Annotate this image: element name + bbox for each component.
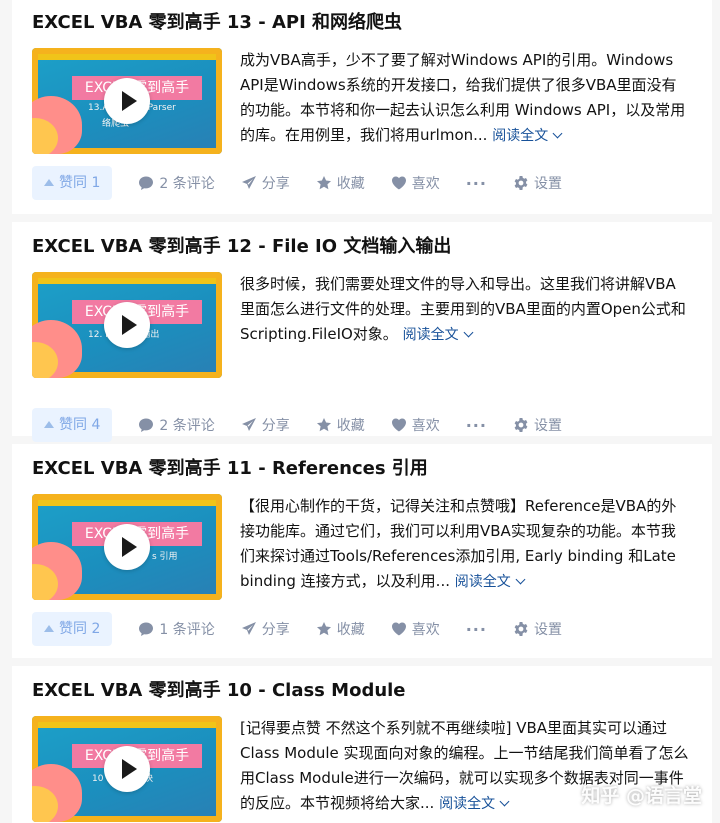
read-more-link[interactable]: 阅读全文 — [492, 128, 563, 144]
chevron-down-icon — [463, 327, 474, 338]
upvote-button[interactable]: 赞同 2 — [32, 612, 113, 646]
upvote-button[interactable]: 赞同 4 — [32, 408, 113, 442]
settings-button[interactable]: 设置 — [513, 619, 562, 639]
article-title[interactable]: EXCEL VBA 零到高手 11 - References 引用 — [32, 456, 692, 482]
article-title[interactable]: EXCEL VBA 零到高手 13 - API 和网络爬虫 — [32, 10, 692, 36]
read-more-link[interactable]: 阅读全文 — [455, 574, 526, 590]
video-thumbnail[interactable]: EXCEL 零到高手 10 ... e 类模块 — [32, 716, 222, 822]
heart-icon — [391, 175, 407, 191]
video-thumbnail[interactable]: EXCEL 零到高手 13.A... HTML Parser 络爬虫 — [32, 48, 222, 154]
upvote-icon — [44, 179, 54, 186]
video-thumbnail[interactable]: EXCEL 零到高手 12. F... 输入/输出 — [32, 272, 222, 378]
more-icon[interactable]: ··· — [466, 620, 487, 639]
like-button[interactable]: 喜欢 — [391, 619, 440, 639]
article-title[interactable]: EXCEL VBA 零到高手 10 - Class Module — [32, 678, 692, 704]
comment-icon — [138, 417, 154, 433]
upvote-icon — [44, 625, 54, 632]
share-icon — [241, 175, 257, 191]
play-icon[interactable] — [104, 746, 150, 792]
heart-icon — [391, 621, 407, 637]
share-icon — [241, 417, 257, 433]
video-thumbnail[interactable]: EXCEL 零到高手 s 引用 — [32, 494, 222, 600]
action-bar: 赞同 4 2 条评论 分享 收藏 喜欢 ··· 设置 — [32, 408, 692, 442]
read-more-link[interactable]: 阅读全文 — [403, 327, 474, 343]
watermark: 知乎 @语言堂 — [581, 785, 702, 807]
share-icon — [241, 621, 257, 637]
chevron-down-icon — [499, 796, 510, 807]
favorite-button[interactable]: 收藏 — [316, 415, 365, 435]
article-title[interactable]: EXCEL VBA 零到高手 12 - File IO 文档输入输出 — [32, 234, 692, 260]
comment-button[interactable]: 1 条评论 — [138, 619, 215, 639]
play-icon[interactable] — [104, 524, 150, 570]
chevron-down-icon — [552, 128, 563, 139]
share-button[interactable]: 分享 — [241, 619, 290, 639]
settings-button[interactable]: 设置 — [513, 173, 562, 193]
share-button[interactable]: 分享 — [241, 173, 290, 193]
gear-icon — [513, 621, 529, 637]
action-bar: 赞同 2 1 条评论 分享 收藏 喜欢 ··· 设置 — [32, 612, 692, 646]
play-icon[interactable] — [104, 78, 150, 124]
article-card: EXCEL VBA 零到高手 13 - API 和网络爬虫 EXCEL 零到高手… — [12, 0, 712, 214]
favorite-button[interactable]: 收藏 — [316, 619, 365, 639]
article-excerpt: 很多时候，我们需要处理文件的导入和导出。这里我们将讲解VBA 里面怎么进行文件的… — [240, 275, 686, 343]
comment-icon — [138, 175, 154, 191]
article-feed: EXCEL VBA 零到高手 13 - API 和网络爬虫 EXCEL 零到高手… — [12, 0, 712, 823]
action-bar: 赞同 1 2 条评论 分享 收藏 喜欢 ··· 设置 — [32, 166, 692, 200]
play-icon[interactable] — [104, 302, 150, 348]
more-icon[interactable]: ··· — [466, 416, 487, 435]
like-button[interactable]: 喜欢 — [391, 173, 440, 193]
gear-icon — [513, 175, 529, 191]
chevron-down-icon — [515, 574, 526, 585]
favorite-button[interactable]: 收藏 — [316, 173, 365, 193]
upvote-button[interactable]: 赞同 1 — [32, 166, 113, 200]
article-excerpt: 成为VBA高手，少不了要了解对Windows API的引用。Windows AP… — [240, 51, 686, 144]
like-button[interactable]: 喜欢 — [391, 415, 440, 435]
read-more-link[interactable]: 阅读全文 — [439, 796, 510, 812]
gear-icon — [513, 417, 529, 433]
star-icon — [316, 175, 332, 191]
heart-icon — [391, 417, 407, 433]
article-card: EXCEL VBA 零到高手 11 - References 引用 EXCEL … — [12, 444, 712, 658]
article-card: EXCEL VBA 零到高手 12 - File IO 文档输入输出 EXCEL… — [12, 222, 712, 442]
star-icon — [316, 417, 332, 433]
star-icon — [316, 621, 332, 637]
share-button[interactable]: 分享 — [241, 415, 290, 435]
upvote-icon — [44, 421, 54, 428]
more-icon[interactable]: ··· — [466, 174, 487, 193]
comment-button[interactable]: 2 条评论 — [138, 415, 215, 435]
article-excerpt: 【很用心制作的干货，记得关注和点赞哦】Reference是VBA的外 接功能库。… — [240, 497, 677, 590]
settings-button[interactable]: 设置 — [513, 415, 562, 435]
comment-icon — [138, 621, 154, 637]
comment-button[interactable]: 2 条评论 — [138, 173, 215, 193]
thumbnail-subtitle: s 引用 — [152, 552, 178, 562]
